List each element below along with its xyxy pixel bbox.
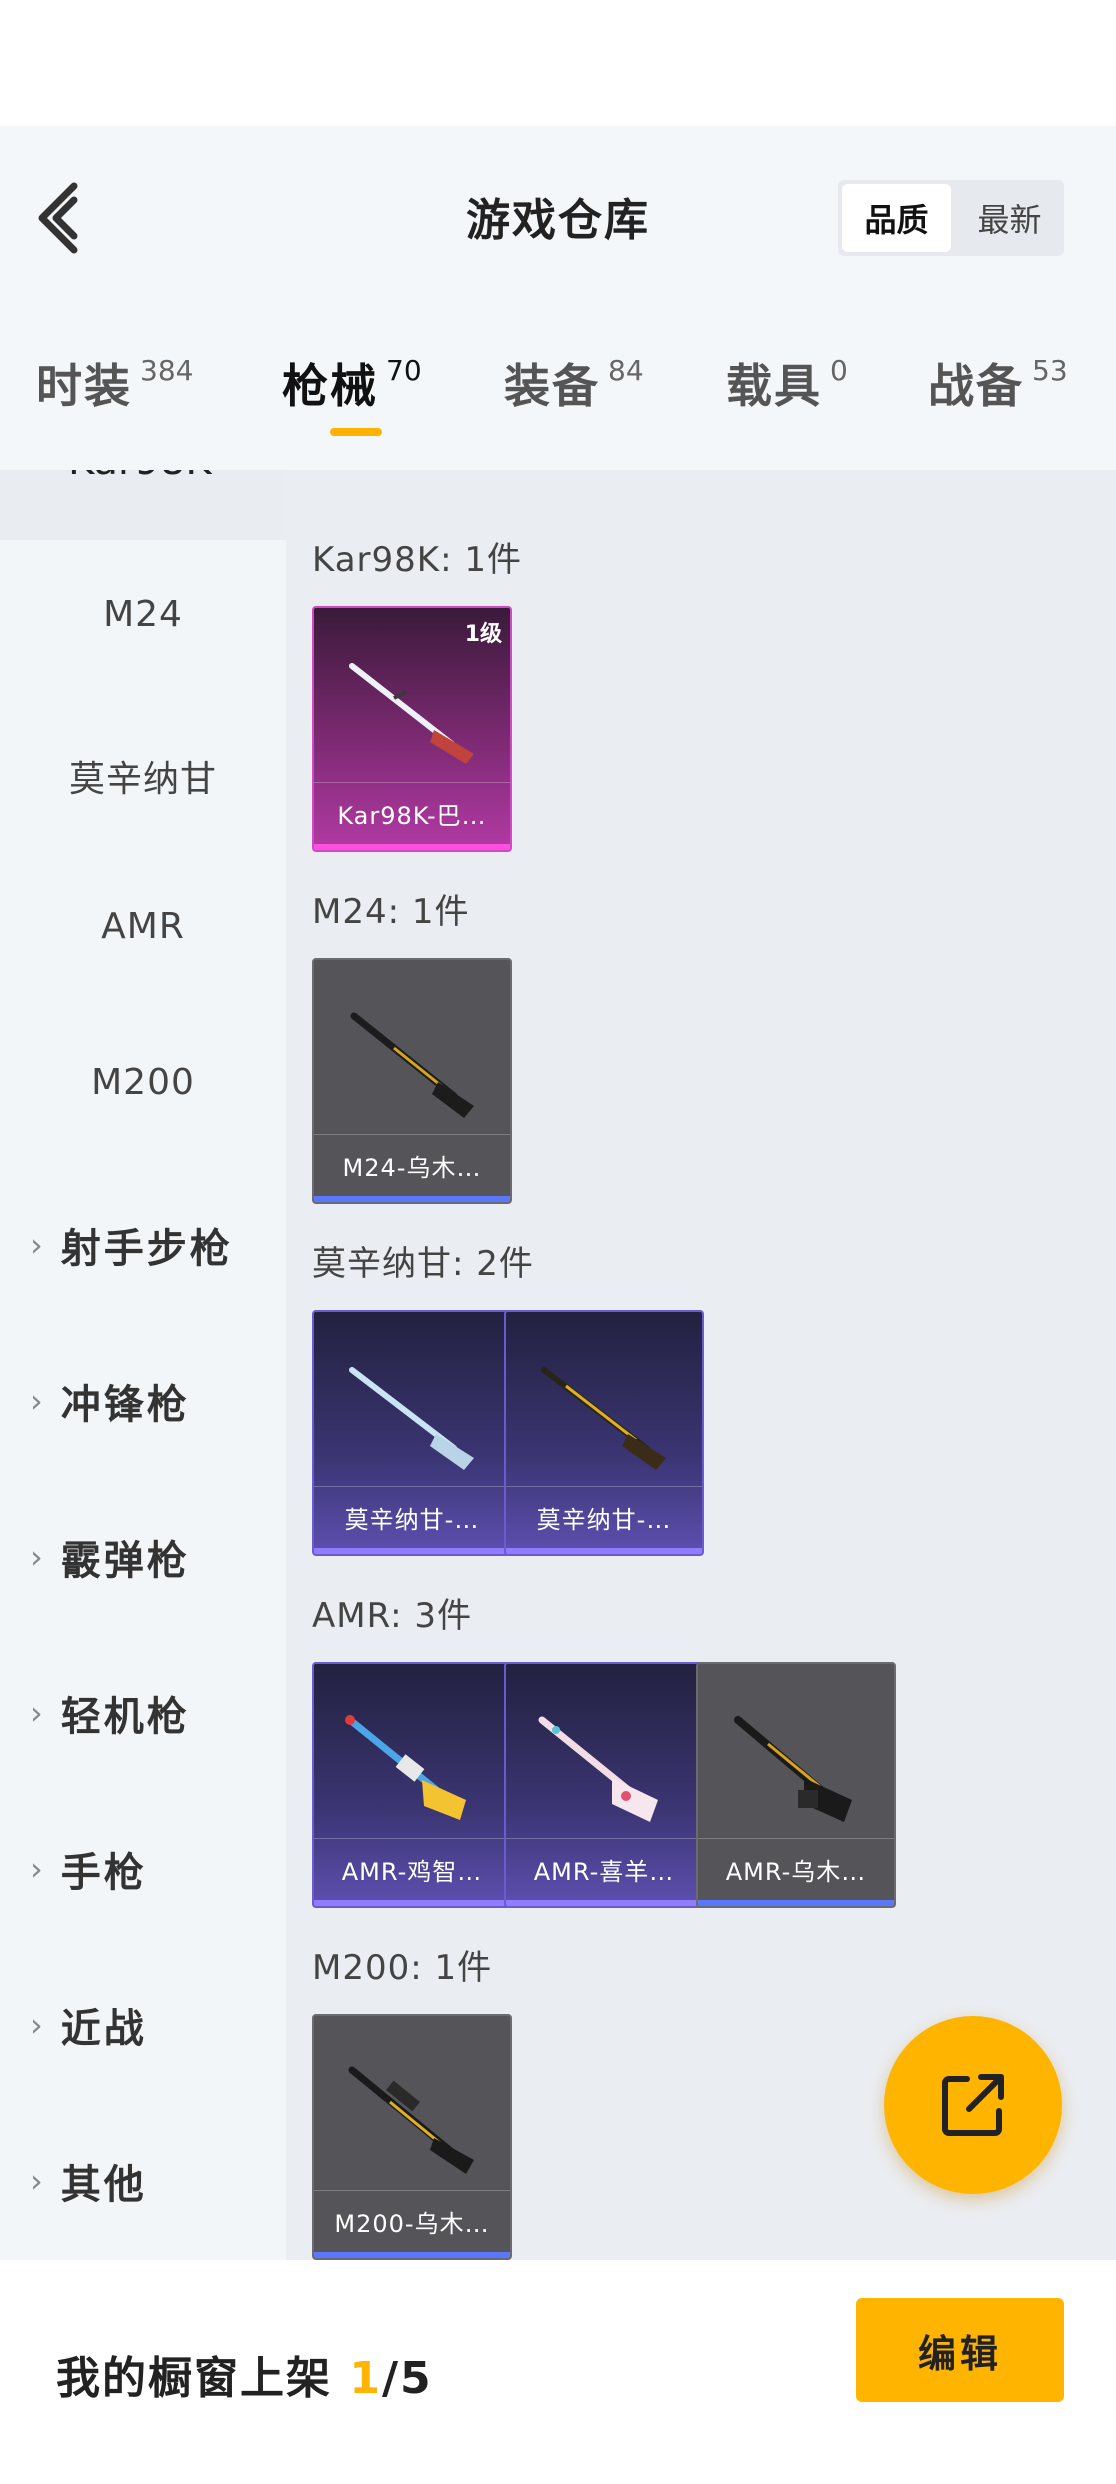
tab-guns[interactable]: 枪械 70 — [282, 350, 422, 416]
sort-toggle[interactable]: 品质 最新 — [838, 180, 1064, 256]
item-card[interactable]: AMR-鸡智… — [312, 1662, 512, 1908]
sidebar-item-shotgun[interactable]: › 霰弹枪 — [30, 1528, 190, 1586]
chevron-right-icon: › — [30, 1226, 43, 1264]
tab-label: 装备 — [504, 359, 600, 413]
item-name: M200-乌木… — [314, 2190, 510, 2252]
group-label: Kar98K: 1件 — [312, 540, 522, 580]
rifle-icon — [349, 663, 474, 764]
item-grid: Kar98K: 1件 1级 Kar98K-巴… M24: 1件 M24-乌木… … — [286, 470, 1116, 2260]
rifle-icon — [734, 1716, 852, 1822]
tab-supplies[interactable]: 战备 53 — [928, 350, 1068, 416]
item-card[interactable]: AMR-乌木… — [696, 1662, 896, 1908]
sidebar-item-lmg[interactable]: › 轻机枪 — [30, 1684, 190, 1742]
sidebar-item-amr[interactable]: AMR — [0, 906, 286, 947]
item-card[interactable]: AMR-喜羊… — [504, 1662, 704, 1908]
sidebar-item-label: 霰弹枪 — [60, 1538, 190, 1584]
sidebar-item-smg[interactable]: › 冲锋枪 — [30, 1372, 190, 1430]
sidebar-item-kar98k[interactable]: Kar98K — [0, 470, 286, 540]
rifle-icon — [538, 1716, 658, 1822]
tab-label: 战备 — [928, 359, 1024, 413]
rifle-icon — [348, 2066, 474, 2174]
tab-equipment[interactable]: 装备 84 — [504, 350, 644, 416]
category-tabs: 时装 384 枪械 70 装备 84 载具 0 战备 53 — [0, 330, 1116, 440]
tab-count: 84 — [608, 354, 644, 387]
sidebar-item-label: 近战 — [60, 2006, 147, 2052]
sidebar-item-label: 冲锋枪 — [60, 1382, 190, 1428]
item-card[interactable]: M200-乌木… — [312, 2014, 512, 2260]
share-icon — [942, 2074, 1004, 2136]
rarity-bar — [314, 1196, 510, 1202]
sidebar-item-other[interactable]: › 其他 — [30, 2152, 147, 2210]
showcase-total: /5 — [381, 2353, 433, 2404]
sidebar-item-m24[interactable]: M24 — [0, 594, 286, 635]
sort-option-quality[interactable]: 品质 — [842, 184, 951, 252]
item-card[interactable]: M24-乌木… — [312, 958, 512, 1204]
sidebar-item-pistol[interactable]: › 手枪 — [30, 1840, 147, 1898]
tab-label: 载具 — [726, 359, 822, 413]
rifle-icon — [350, 1012, 474, 1118]
rarity-bar — [314, 1900, 510, 1906]
rarity-bar — [506, 1900, 702, 1906]
showcase-status: 我的橱窗上架 1/5 — [56, 2342, 433, 2406]
item-card[interactable]: 莫辛纳甘-… — [504, 1310, 704, 1556]
rarity-bar — [698, 1900, 894, 1906]
tab-count: 0 — [830, 354, 848, 387]
sidebar-item-m200[interactable]: M200 — [0, 1062, 286, 1103]
tab-count: 53 — [1032, 354, 1068, 387]
rarity-bar — [314, 1548, 510, 1554]
rarity-bar — [314, 844, 510, 850]
bottom-bar: 我的橱窗上架 1/5 编辑 — [0, 2260, 1116, 2484]
sidebar-item-marksman[interactable]: › 射手步枪 — [30, 1216, 233, 1274]
active-tab-indicator — [330, 428, 382, 436]
rarity-bar — [314, 2252, 510, 2258]
item-card[interactable]: 1级 Kar98K-巴… — [312, 606, 512, 852]
item-name: Kar98K-巴… — [314, 782, 510, 844]
edit-button[interactable]: 编辑 — [856, 2298, 1064, 2402]
item-name: AMR-鸡智… — [314, 1838, 510, 1900]
tab-label: 枪械 — [282, 359, 378, 413]
item-name: 莫辛纳甘-… — [506, 1486, 702, 1548]
sidebar: Kar98K M24 莫辛纳甘 AMR M200 › 射手步枪 › 冲锋枪 › … — [0, 470, 286, 2260]
tab-label: 时装 — [36, 359, 132, 413]
rifle-icon — [349, 1367, 474, 1470]
rarity-bar — [506, 1548, 702, 1554]
share-button[interactable] — [884, 2016, 1062, 2194]
chevron-right-icon: › — [30, 2162, 43, 2200]
tab-vehicles[interactable]: 载具 0 — [726, 350, 848, 416]
chevron-right-icon: › — [30, 1694, 43, 1732]
group-label: AMR: 3件 — [312, 1596, 473, 1636]
sort-option-newest[interactable]: 最新 — [955, 180, 1064, 256]
rifle-icon — [541, 1367, 666, 1470]
chevron-right-icon: › — [30, 2006, 43, 2044]
item-card[interactable]: 莫辛纳甘-… — [312, 1310, 512, 1556]
tab-count: 70 — [386, 354, 422, 387]
chevron-right-icon: › — [30, 1850, 43, 1888]
sidebar-item-label: 其他 — [60, 2162, 147, 2208]
group-label: 莫辛纳甘: 2件 — [312, 1244, 534, 1284]
sidebar-item-label: 手枪 — [60, 1850, 147, 1896]
sidebar-item-label: 射手步枪 — [60, 1226, 233, 1272]
chevron-right-icon: › — [30, 1538, 43, 1576]
sidebar-item-mosin[interactable]: 莫辛纳甘 — [0, 750, 286, 802]
group-label: M200: 1件 — [312, 1948, 493, 1988]
item-name: M24-乌木… — [314, 1134, 510, 1196]
chevron-right-icon: › — [30, 1382, 43, 1420]
rifle-icon — [345, 1715, 466, 1820]
sidebar-item-melee[interactable]: › 近战 — [30, 1996, 147, 2054]
item-name: AMR-喜羊… — [506, 1838, 702, 1900]
sidebar-item-label: Kar98K — [68, 470, 212, 484]
item-name: 莫辛纳甘-… — [314, 1486, 510, 1548]
tab-count: 384 — [140, 354, 194, 387]
group-label: M24: 1件 — [312, 892, 470, 932]
item-name: AMR-乌木… — [698, 1838, 894, 1900]
showcase-current: 1 — [349, 2353, 382, 2404]
sidebar-item-label: 轻机枪 — [60, 1694, 190, 1740]
tab-fashion[interactable]: 时装 384 — [36, 350, 193, 416]
showcase-label: 我的橱窗上架 — [56, 2353, 332, 2404]
